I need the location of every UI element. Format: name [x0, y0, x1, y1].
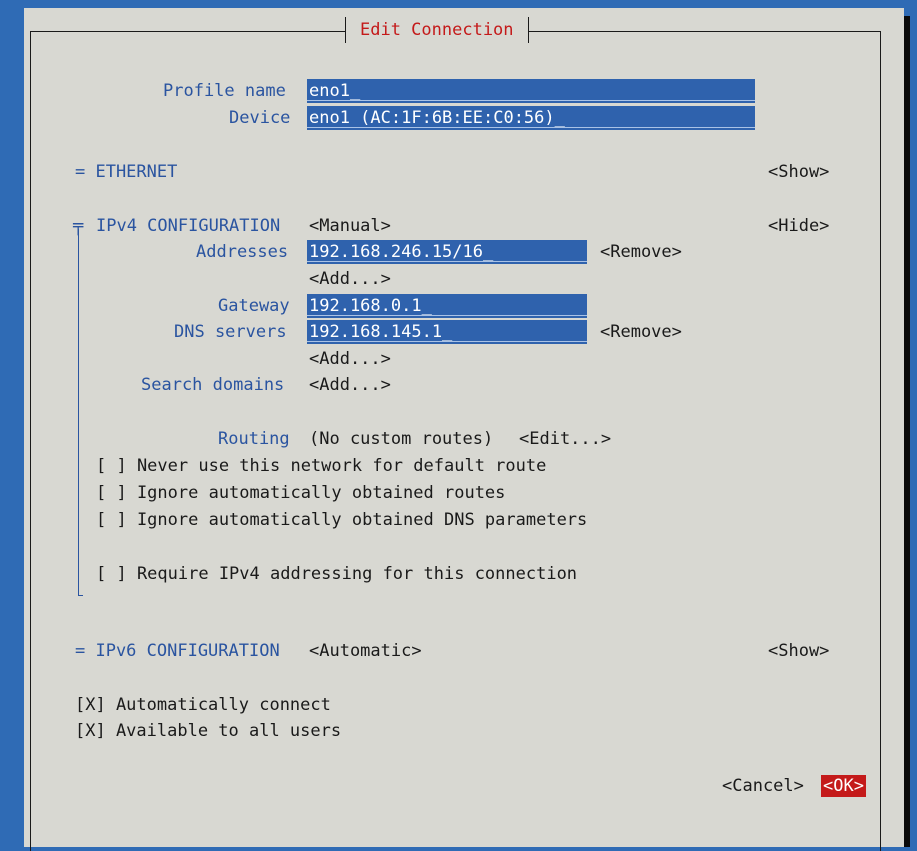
search-domains-label: Search domains	[141, 375, 285, 395]
device-input[interactable]: eno1 (AC:1F:6B:EE:C0:56)_	[307, 106, 755, 130]
dialog-title: Edit Connection	[345, 17, 529, 43]
never-default-route-checkbox[interactable]: [ ] Never use this network for default r…	[96, 455, 546, 477]
routing-label: Routing	[218, 429, 290, 449]
dns-add-button[interactable]: <Add...>	[309, 348, 391, 370]
ipv4-hide-button[interactable]: <Hide>	[768, 215, 829, 237]
ipv4-method-select[interactable]: <Manual>	[309, 215, 391, 237]
routing-value: (No custom routes)	[309, 429, 494, 449]
auto-connect-checkbox[interactable]: [X] Automatically connect	[75, 694, 331, 716]
address-input[interactable]: 192.168.246.15/16_	[307, 240, 587, 264]
require-ipv4-checkbox[interactable]: [ ] Require IPv4 addressing for this con…	[96, 563, 577, 585]
ethernet-section-label: = ETHERNET	[75, 162, 178, 182]
routing-edit-button[interactable]: <Edit...>	[519, 428, 611, 450]
ignore-auto-routes-checkbox[interactable]: [ ] Ignore automatically obtained routes	[96, 482, 505, 504]
profile-name-label: Profile name	[163, 81, 286, 101]
cancel-button[interactable]: <Cancel>	[722, 775, 804, 797]
ipv6-show-button[interactable]: <Show>	[768, 640, 829, 662]
address-add-button[interactable]: <Add...>	[309, 268, 391, 290]
address-remove-button[interactable]: <Remove>	[600, 241, 682, 263]
addresses-label: Addresses	[196, 242, 289, 262]
gateway-label: Gateway	[218, 296, 290, 316]
ipv4-section-label: IPv4 CONFIGURATION	[96, 216, 281, 236]
dns-server-input[interactable]: 192.168.145.1_	[307, 320, 587, 344]
device-label: Device	[229, 108, 291, 128]
ok-button[interactable]: <OK>	[821, 775, 866, 797]
ethernet-show-button[interactable]: <Show>	[768, 161, 829, 183]
ipv6-method-select[interactable]: <Automatic>	[309, 640, 422, 662]
search-domains-add-button[interactable]: <Add...>	[309, 374, 391, 396]
dns-remove-button[interactable]: <Remove>	[600, 321, 682, 343]
dns-servers-label: DNS servers	[174, 322, 287, 342]
ipv4-section-bracket-end	[78, 595, 83, 596]
ignore-auto-dns-checkbox[interactable]: [ ] Ignore automatically obtained DNS pa…	[96, 509, 587, 531]
available-all-users-checkbox[interactable]: [X] Available to all users	[75, 720, 341, 742]
profile-name-input[interactable]: eno1_	[307, 79, 755, 103]
gateway-input[interactable]: 192.168.0.1_	[307, 294, 587, 318]
ipv6-section-label: = IPv6 CONFIGURATION	[75, 641, 280, 661]
ipv4-section-bracket	[78, 229, 79, 595]
